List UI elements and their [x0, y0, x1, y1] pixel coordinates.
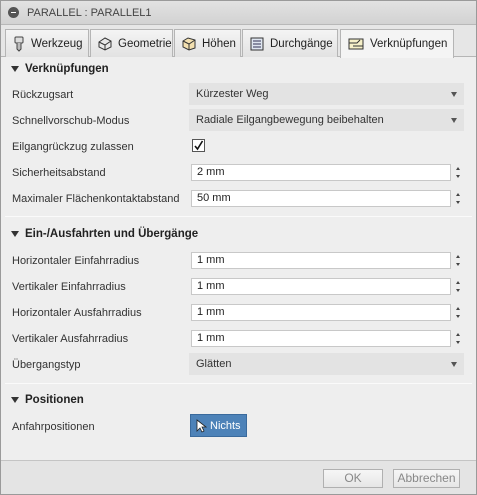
retract-label: Rückzugsart: [12, 89, 74, 101]
rapid-retract-label: Eilgangrückzug zulassen: [12, 141, 134, 153]
dialog-title: PARALLEL : PARALLEL1: [27, 6, 152, 19]
geometry-icon: [98, 36, 112, 51]
h-entry-radius-spinner[interactable]: [453, 252, 463, 269]
tab-hoehen-label: Höhen: [202, 37, 236, 50]
collapse-triangle-icon: [11, 397, 19, 403]
tab-hoehen[interactable]: Höhen: [174, 29, 241, 57]
ok-button[interactable]: OK: [323, 469, 383, 488]
dropdown-arrow-icon: [451, 118, 457, 123]
checkmark-icon: [194, 140, 204, 151]
collapse-triangle-icon: [11, 66, 19, 72]
safe-distance-input[interactable]: 2 mm: [191, 164, 451, 181]
tab-bar: Werkzeug Geometrie Höhen Durchgänge Verk…: [1, 25, 476, 58]
safe-distance-label: Sicherheitsabstand: [12, 167, 106, 179]
section-header-linking[interactable]: Verknüpfungen: [11, 63, 109, 75]
tab-verknuepfungen-label: Verknüpfungen: [370, 38, 448, 50]
collapse-icon[interactable]: [8, 7, 19, 18]
max-contact-label: Maximaler Flächenkontaktabstand: [12, 193, 180, 205]
tab-durchgaenge-label: Durchgänge: [270, 37, 333, 50]
h-exit-radius-input[interactable]: 1 mm: [191, 304, 451, 321]
section-title-positions: Positionen: [25, 394, 84, 406]
dialog-footer: OK Abbrechen: [1, 460, 476, 494]
cursor-arrow-icon: [196, 418, 207, 433]
section-title-linking: Verknüpfungen: [25, 63, 109, 75]
section-divider: [5, 383, 472, 384]
dialog-window: PARALLEL : PARALLEL1 Werkzeug Geometrie …: [0, 0, 477, 495]
linking-icon: [348, 38, 364, 50]
max-contact-input[interactable]: 50 mm: [191, 190, 451, 207]
section-header-positions[interactable]: Positionen: [11, 394, 84, 406]
tool-icon: [14, 36, 24, 52]
title-bar[interactable]: PARALLEL : PARALLEL1: [1, 1, 476, 25]
rapid-retract-checkbox[interactable]: [192, 139, 205, 152]
rapid-mode-label: Schnellvorschub-Modus: [12, 115, 130, 127]
safe-distance-spinner[interactable]: [453, 164, 463, 181]
dropdown-arrow-icon: [451, 362, 457, 367]
rapid-mode-value: Radiale Eilgangbewegung beibehalten: [196, 114, 384, 126]
tab-verknuepfungen[interactable]: Verknüpfungen: [340, 29, 454, 58]
content-panel: Verknüpfungen Rückzugsart Kürzester Weg …: [1, 58, 476, 460]
tab-werkzeug-label: Werkzeug: [31, 37, 83, 50]
h-exit-radius-spinner[interactable]: [453, 304, 463, 321]
dropdown-arrow-icon: [451, 92, 457, 97]
retract-value: Kürzester Weg: [196, 88, 269, 100]
transition-type-value: Glätten: [196, 358, 232, 370]
v-entry-radius-input[interactable]: 1 mm: [191, 278, 451, 295]
section-divider: [5, 216, 472, 217]
h-exit-radius-label: Horizontaler Ausfahrradius: [12, 307, 142, 319]
heights-icon: [182, 36, 196, 51]
approach-positions-select-button[interactable]: Nichts: [190, 414, 247, 437]
collapse-triangle-icon: [11, 231, 19, 237]
tab-geometrie[interactable]: Geometrie: [90, 29, 173, 57]
h-entry-radius-label: Horizontaler Einfahrradius: [12, 255, 140, 267]
rapid-mode-select[interactable]: Radiale Eilgangbewegung beibehalten: [189, 109, 464, 131]
approach-positions-value: Nichts: [210, 419, 241, 432]
h-entry-radius-input[interactable]: 1 mm: [191, 252, 451, 269]
v-entry-radius-label: Vertikaler Einfahrradius: [12, 281, 126, 293]
section-header-leads[interactable]: Ein-/Ausfahrten und Übergänge: [11, 228, 198, 240]
section-title-leads: Ein-/Ausfahrten und Übergänge: [25, 228, 199, 240]
transition-type-select[interactable]: Glätten: [189, 353, 464, 375]
max-contact-spinner[interactable]: [453, 190, 463, 207]
retract-select[interactable]: Kürzester Weg: [189, 83, 464, 105]
v-exit-radius-spinner[interactable]: [453, 330, 463, 347]
tab-geometrie-label: Geometrie: [118, 37, 172, 50]
approach-positions-label: Anfahrpositionen: [12, 421, 95, 433]
v-exit-radius-label: Vertikaler Ausfahrradius: [12, 333, 129, 345]
tab-durchgaenge[interactable]: Durchgänge: [242, 29, 338, 57]
cancel-button[interactable]: Abbrechen: [393, 469, 460, 488]
transition-type-label: Übergangstyp: [12, 359, 81, 371]
v-exit-radius-input[interactable]: 1 mm: [191, 330, 451, 347]
passes-icon: [250, 37, 264, 50]
v-entry-radius-spinner[interactable]: [453, 278, 463, 295]
tab-werkzeug[interactable]: Werkzeug: [5, 29, 89, 57]
